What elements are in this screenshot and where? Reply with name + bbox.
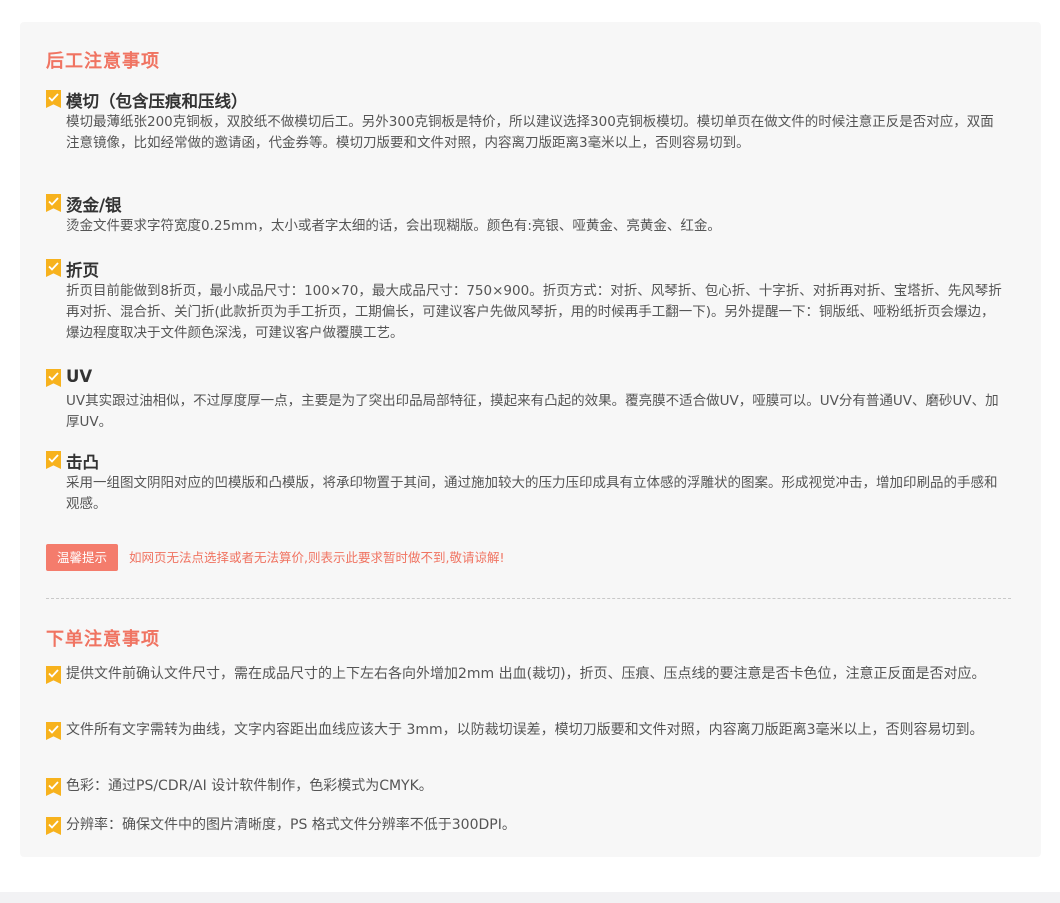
check-badge-icon (46, 451, 61, 469)
order-note-text: 提供文件前确认文件尺寸，需在成品尺寸的上下左右各向外增加2mm 出血(裁切)，折… (66, 666, 986, 682)
item-description: 折页目前能做到8折页，最小成品尺寸：100×70，最大成品尺寸：750×900。… (66, 283, 1002, 341)
item-title: 模切（包含压痕和压线） (66, 92, 248, 111)
check-badge-icon (46, 722, 61, 740)
item-title: 击凸 (66, 453, 99, 472)
order-note-text: 色彩：通过PS/CDR/AI 设计软件制作，色彩模式为CMYK。 (66, 778, 433, 794)
order-note-item: 提供文件前确认文件尺寸，需在成品尺寸的上下左右各向外增加2mm 出血(裁切)，折… (46, 663, 1006, 709)
order-note-item: 色彩：通过PS/CDR/AI 设计软件制作，色彩模式为CMYK。 (46, 775, 1006, 799)
check-badge-icon (46, 369, 61, 387)
check-badge-icon (46, 259, 61, 277)
item-title: 烫金/银 (66, 196, 122, 215)
order-note-text: 文件所有文字需转为曲线，文字内容距出血线应该大于 3mm，以防裁切误差，模切刀版… (66, 722, 984, 738)
item-title: 折页 (66, 261, 99, 280)
check-badge-icon (46, 778, 61, 796)
check-badge-icon (46, 194, 61, 212)
item-title: UV (66, 367, 93, 386)
post-process-title: 后工注意事项 (46, 51, 160, 72)
check-badge-icon (46, 817, 61, 835)
section-divider (46, 598, 1011, 599)
footer-strip (0, 892, 1060, 903)
item-description: 烫金文件要求字符宽度0.25mm，太小或者字太细的话，会出现糊版。颜色有:亮银、… (66, 218, 721, 234)
tip-badge: 温馨提示 (46, 544, 118, 571)
post-process-item-hot-stamp: 烫金/银 烫金文件要求字符宽度0.25mm，太小或者字太细的话，会出现糊版。颜色… (46, 192, 1006, 242)
order-note-item: 分辨率：确保文件中的图片清晰度，PS 格式文件分辨率不低于300DPI。 (46, 814, 1006, 838)
item-description: UV其实跟过油相似，不过厚度厚一点，主要是为了突出印品局部特征，摸起来有凸起的效… (66, 393, 999, 430)
order-notes-title: 下单注意事项 (46, 629, 160, 650)
check-badge-icon (46, 666, 61, 684)
item-description: 模切最薄纸张200克铜板，双胶纸不做模切后工。另外300克铜板是特价，所以建议选… (66, 114, 994, 151)
order-note-item: 文件所有文字需转为曲线，文字内容距出血线应该大于 3mm，以防裁切误差，模切刀版… (46, 719, 1006, 765)
post-process-item-folding: 折页 折页目前能做到8折页，最小成品尺寸：100×70，最大成品尺寸：750×9… (46, 257, 1006, 347)
notes-panel: 后工注意事项 模切（包含压痕和压线） 模切最薄纸张200克铜板，双胶纸不做模切后… (20, 22, 1041, 857)
post-process-item-emboss: 击凸 采用一组图文阴阳对应的凹模版和凸模版，将承印物置于其间，通过施加较大的压力… (46, 449, 1006, 519)
post-process-item-uv: UV UV其实跟过油相似，不过厚度厚一点，主要是为了突出印品局部特征，摸起来有凸… (46, 367, 1006, 437)
tip-text: 如网页无法点选择或者无法算价,则表示此要求暂时做不到,敬请谅解! (129, 550, 505, 565)
order-note-text: 分辨率：确保文件中的图片清晰度，PS 格式文件分辨率不低于300DPI。 (66, 817, 516, 833)
check-badge-icon (46, 90, 61, 108)
item-description: 采用一组图文阴阳对应的凹模版和凸模版，将承印物置于其间，通过施加较大的压力压印成… (66, 475, 998, 512)
post-process-item-die-cut: 模切（包含压痕和压线） 模切最薄纸张200克铜板，双胶纸不做模切后工。另外300… (46, 88, 1006, 176)
